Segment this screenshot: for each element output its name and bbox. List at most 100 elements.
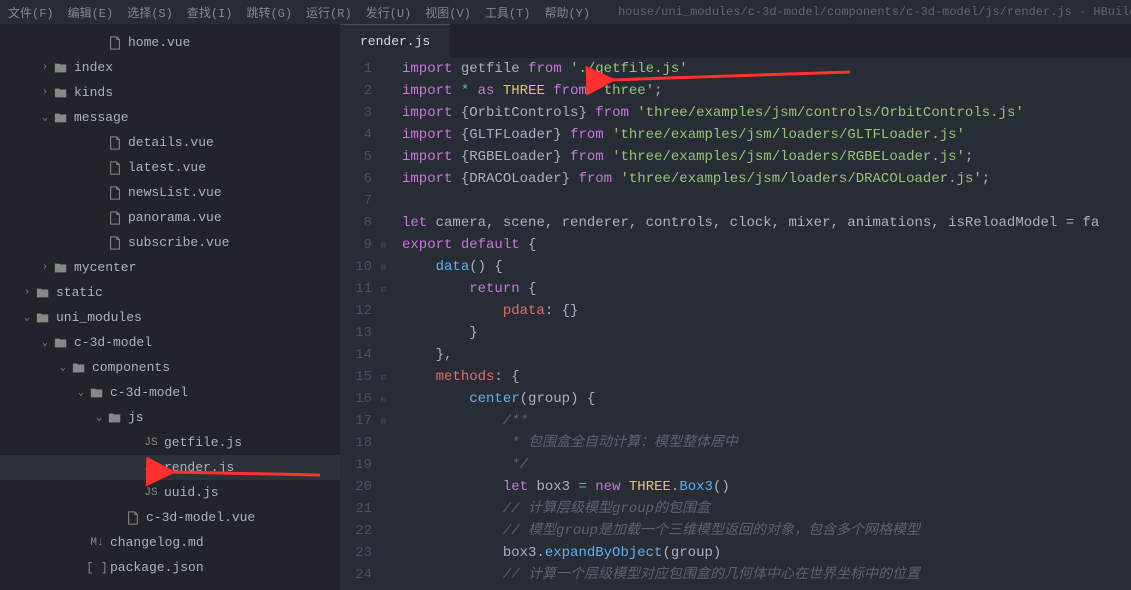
tree-item-label: subscribe.vue xyxy=(128,235,229,250)
folder-icon xyxy=(88,386,106,400)
code-line-20[interactable]: let box3 = new THREE.Box3() xyxy=(402,476,1131,498)
tree-item-uuid-js[interactable]: JSuuid.js xyxy=(0,480,340,505)
tree-item-message[interactable]: ⌄message xyxy=(0,105,340,130)
tree-item-package-json[interactable]: [ ]package.json xyxy=(0,555,340,580)
file-icon xyxy=(106,161,124,175)
code-line-1[interactable]: import getfile from './getfile.js' xyxy=(402,58,1131,80)
code-line-23[interactable]: box3.expandByObject(group) xyxy=(402,542,1131,564)
tree-item-label: static xyxy=(56,285,103,300)
tree-item-label: c-3d-model.vue xyxy=(146,510,255,525)
tree-item-index[interactable]: ›index xyxy=(0,55,340,80)
menu-edit[interactable]: 编辑(E) xyxy=(68,4,114,21)
tree-item-label: components xyxy=(92,360,170,375)
menu-run[interactable]: 运行(R) xyxy=(306,4,352,21)
tree-item-label: index xyxy=(74,60,113,75)
code-line-2[interactable]: import * as THREE from 'three'; xyxy=(402,80,1131,102)
chevron-icon: › xyxy=(38,87,52,98)
line-number: 17⊟ xyxy=(340,410,386,432)
line-number: 23 xyxy=(340,542,386,564)
code-line-13[interactable]: } xyxy=(402,322,1131,344)
code-line-8[interactable]: let camera, scene, renderer, controls, c… xyxy=(402,212,1131,234)
code-line-11[interactable]: return { xyxy=(402,278,1131,300)
line-number: 16⊟ xyxy=(340,388,386,410)
js-icon: JS xyxy=(142,462,160,474)
js-icon: JS xyxy=(142,487,160,499)
folder-icon xyxy=(34,311,52,325)
line-number: 14 xyxy=(340,344,386,366)
line-number: 21 xyxy=(340,498,386,520)
menu-help[interactable]: 帮助(Y) xyxy=(544,4,590,21)
code-line-21[interactable]: // 计算层级模型group的包围盒 xyxy=(402,498,1131,520)
line-number: 15⊟ xyxy=(340,366,386,388)
line-number: 3 xyxy=(340,102,386,124)
code-line-10[interactable]: data() { xyxy=(402,256,1131,278)
tree-item-home-vue[interactable]: home.vue xyxy=(0,30,340,55)
tree-item-changelog-md[interactable]: M↓changelog.md xyxy=(0,530,340,555)
tree-item-label: latest.vue xyxy=(128,160,206,175)
code-line-19[interactable]: */ xyxy=(402,454,1131,476)
tree-item-mycenter[interactable]: ›mycenter xyxy=(0,255,340,280)
code-line-15[interactable]: methods: { xyxy=(402,366,1131,388)
file-icon xyxy=(106,236,124,250)
line-number: 10⊟ xyxy=(340,256,386,278)
code-editor[interactable]: 123456789⊟10⊟11⊟12131415⊟16⊟17⊟181920212… xyxy=(340,58,1131,590)
tree-item-c-3d-model-vue[interactable]: c-3d-model.vue xyxy=(0,505,340,530)
title-path: house/uni_modules/c-3d-model/components/… xyxy=(618,5,1131,19)
code-line-3[interactable]: import {OrbitControls} from 'three/examp… xyxy=(402,102,1131,124)
tree-item-getfile-js[interactable]: JSgetfile.js xyxy=(0,430,340,455)
chevron-icon: ⌄ xyxy=(92,412,106,424)
editor-area: render.js 123456789⊟10⊟11⊟12131415⊟16⊟17… xyxy=(340,24,1131,590)
tree-item-panorama-vue[interactable]: panorama.vue xyxy=(0,205,340,230)
editor-tabs: render.js xyxy=(340,24,1131,58)
file-icon xyxy=(106,211,124,225)
chevron-icon: ⌄ xyxy=(56,362,70,374)
menu-publish[interactable]: 发行(U) xyxy=(366,4,412,21)
code-line-25[interactable]: let center = new THREE.Vector3() xyxy=(402,586,1131,590)
folder-icon xyxy=(106,411,124,425)
code-line-7[interactable] xyxy=(402,190,1131,212)
tree-item-kinds[interactable]: ›kinds xyxy=(0,80,340,105)
code-line-22[interactable]: // 模型group是加载一个三维模型返回的对象，包含多个网格模型 xyxy=(402,520,1131,542)
code-line-14[interactable]: }, xyxy=(402,344,1131,366)
code-line-12[interactable]: pdata: {} xyxy=(402,300,1131,322)
line-number: 2 xyxy=(340,80,386,102)
tree-item-static[interactable]: › static xyxy=(0,280,340,305)
folder-icon xyxy=(52,336,70,350)
tree-item-c-3d-model[interactable]: ⌄c-3d-model xyxy=(0,330,340,355)
code-line-4[interactable]: import {GLTFLoader} from 'three/examples… xyxy=(402,124,1131,146)
tree-item-newslist-vue[interactable]: newsList.vue xyxy=(0,180,340,205)
menu-view[interactable]: 视图(V) xyxy=(425,4,471,21)
code-line-16[interactable]: center(group) { xyxy=(402,388,1131,410)
menu-select[interactable]: 选择(S) xyxy=(127,4,173,21)
tree-item-latest-vue[interactable]: latest.vue xyxy=(0,155,340,180)
code-content[interactable]: import getfile from './getfile.js'import… xyxy=(396,58,1131,590)
menu-find[interactable]: 查找(I) xyxy=(187,4,233,21)
folder-icon xyxy=(52,111,70,125)
tree-item-c-3d-model[interactable]: ⌄c-3d-model xyxy=(0,380,340,405)
tree-item-render-js[interactable]: JSrender.js xyxy=(0,455,340,480)
menu-file[interactable]: 文件(F) xyxy=(8,4,54,21)
code-line-24[interactable]: // 计算一个层级模型对应包围盒的几何体中心在世界坐标中的位置 xyxy=(402,564,1131,586)
line-number: 25 xyxy=(340,586,386,590)
menu-tools[interactable]: 工具(T) xyxy=(485,4,531,21)
tree-item-js[interactable]: ⌄ js xyxy=(0,405,340,430)
code-line-6[interactable]: import {DRACOLoader} from 'three/example… xyxy=(402,168,1131,190)
chevron-icon: › xyxy=(20,287,34,298)
tree-item-details-vue[interactable]: details.vue xyxy=(0,130,340,155)
tree-item-subscribe-vue[interactable]: subscribe.vue xyxy=(0,230,340,255)
code-line-18[interactable]: * 包围盒全自动计算：模型整体居中 xyxy=(402,432,1131,454)
menu-goto[interactable]: 跳转(G) xyxy=(246,4,292,21)
line-number: 24 xyxy=(340,564,386,586)
md-icon: M↓ xyxy=(88,537,106,549)
tree-item-label: js xyxy=(128,410,144,425)
line-number: 7 xyxy=(340,190,386,212)
code-line-17[interactable]: /** xyxy=(402,410,1131,432)
tab-render-js[interactable]: render.js xyxy=(340,24,450,58)
file-explorer[interactable]: home.vue›index›kinds⌄messagedetails.vuel… xyxy=(0,24,340,590)
code-line-5[interactable]: import {RGBELoader} from 'three/examples… xyxy=(402,146,1131,168)
line-number: 20 xyxy=(340,476,386,498)
folder-icon xyxy=(34,286,52,300)
code-line-9[interactable]: export default { xyxy=(402,234,1131,256)
tree-item-uni-modules[interactable]: ⌄uni_modules xyxy=(0,305,340,330)
tree-item-components[interactable]: ⌄ components xyxy=(0,355,340,380)
